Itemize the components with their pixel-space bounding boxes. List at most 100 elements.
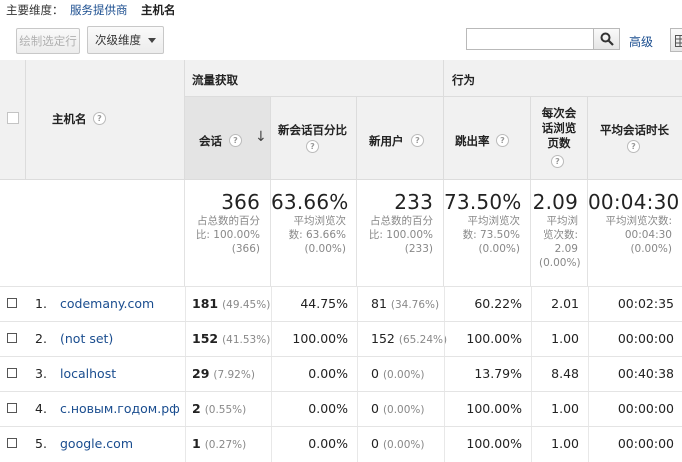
bounce-rate-value: 100.00% <box>466 436 522 451</box>
total-pages-per-session-sub4: (0.00%) <box>531 257 578 270</box>
total-pages-per-session-sub2: 览次数: <box>531 229 578 242</box>
column-header-new-session-pct[interactable]: 新会话百分比 ? <box>271 97 357 180</box>
new-session-pct-value: 44.75% <box>300 296 348 311</box>
secondary-dimension-dropdown[interactable]: 次级维度 <box>87 26 164 54</box>
advanced-filter-link[interactable]: 高级 <box>629 33 653 50</box>
new-users-header-label: 新用户 <box>369 133 404 149</box>
sessions-pct: (49.45%) <box>222 299 270 311</box>
hostname-link[interactable]: localhost <box>60 366 116 381</box>
behavior-group-label: 行为 <box>452 72 475 88</box>
new-session-pct-value: 0.00% <box>308 366 348 381</box>
avg-duration-value: 00:00:00 <box>618 401 674 416</box>
column-header-new-users[interactable]: 新用户 ? <box>357 97 444 180</box>
sessions-pct: (0.27%) <box>205 439 247 451</box>
table-row[interactable]: 4.с.новым.годом.рф2 (0.55%)0.00%0 (0.00%… <box>0 391 682 426</box>
help-icon[interactable]: ? <box>306 140 319 153</box>
total-new-users-sub3: (233) <box>357 243 433 256</box>
column-header-sessions[interactable]: 会话 ? ↓ <box>185 97 271 180</box>
table-view-button[interactable] <box>670 28 682 52</box>
new-users-pct: (0.00%) <box>383 369 425 381</box>
row-checkbox[interactable] <box>7 368 17 378</box>
avg-duration-header-label: 平均会话时长 <box>600 122 669 138</box>
sessions-pct: (0.55%) <box>205 404 247 416</box>
column-header-pages-per-session[interactable]: 每次会话浏览页数 ? <box>531 97 588 180</box>
total-sessions: 366 占总数的百分 比: 100.00% (366) <box>185 180 271 286</box>
row-index: 4. <box>35 401 47 416</box>
search-button[interactable] <box>593 28 620 50</box>
row-checkbox[interactable] <box>7 438 17 448</box>
total-new-session-pct-sub3: (0.00%) <box>271 243 346 256</box>
hostname-link[interactable]: google.com <box>60 436 133 451</box>
column-header-avg-duration[interactable]: 平均会话时长 ? <box>588 97 682 180</box>
header-checkbox-cell <box>0 60 26 180</box>
row-checkbox[interactable] <box>7 333 17 343</box>
help-icon[interactable]: ? <box>627 140 640 153</box>
total-avg-duration-sub1: 平均浏览次数: <box>588 215 672 228</box>
hostname-link[interactable]: (not set) <box>60 331 113 346</box>
table-row[interactable]: 2.(not set)152 (41.53%)100.00%152 (65.24… <box>0 321 682 356</box>
avg-duration-value: 00:00:00 <box>618 331 674 346</box>
new-users-pct: (34.76%) <box>391 299 439 311</box>
bounce-rate-value: 100.00% <box>466 331 522 346</box>
new-users-pct: (65.24%) <box>399 334 447 346</box>
bounce-rate-value: 100.00% <box>466 401 522 416</box>
table-row[interactable]: 1. codemany.com 181 (49.45%) 44.75% 81 (34.7… <box>0 286 682 321</box>
primary-dimension-bar: 主要维度： 服务提供商 主机名 <box>0 0 682 20</box>
plot-rows-button[interactable]: 绘制选定行 <box>16 28 80 54</box>
total-new-users-sub2: 比: 100.00% <box>357 229 433 242</box>
bounce-rate-value: 13.79% <box>474 366 522 381</box>
new-session-pct-value: 0.00% <box>308 436 348 451</box>
total-new-users-value: 233 <box>357 190 433 214</box>
table-row[interactable]: 5.google.com1 (0.27%)0.00%0 (0.00%)100.0… <box>0 426 682 461</box>
total-pages-per-session: 2.09 平均浏 览次数: 2.09 (0.00%) <box>531 180 588 286</box>
new-session-pct-value: 100.00% <box>292 331 348 346</box>
total-new-users: 233 占总数的百分 比: 100.00% (233) <box>357 180 444 286</box>
help-icon[interactable]: ? <box>93 112 106 125</box>
new-users-value: 81 <box>371 296 387 311</box>
row-index: 1. <box>35 296 47 311</box>
data-table: 主机名 ? 流量获取 行为 会话 ? ↓ 新会话百分比 ? 新用户 ? 跳出率 … <box>0 60 682 458</box>
pages-per-session-value: 2.01 <box>551 296 579 311</box>
sessions-pct: (7.92%) <box>213 369 255 381</box>
table-search-input[interactable] <box>466 28 593 50</box>
primary-dimension-label: 主要维度： <box>6 2 64 18</box>
new-users-pct: (0.00%) <box>383 439 425 451</box>
hostname-link[interactable]: с.новым.годом.рф <box>60 401 180 416</box>
acquisition-group-label: 流量获取 <box>192 72 238 88</box>
sessions-value: 29 <box>192 366 209 381</box>
total-bounce-rate: 73.50% 平均浏览次 数: 73.50% (0.00%) <box>444 180 531 286</box>
header-hostname-cell[interactable]: 主机名 ? <box>26 60 185 180</box>
sort-descending-icon[interactable]: ↓ <box>255 129 267 145</box>
totals-label-cell <box>0 180 185 286</box>
grid-view-icon <box>675 35 682 47</box>
total-new-session-pct-value: 63.66% <box>271 190 346 214</box>
total-sessions-sub2: 比: 100.00% <box>185 229 260 242</box>
help-icon[interactable]: ? <box>411 134 424 147</box>
new-users-value: 152 <box>371 331 395 346</box>
total-new-session-pct-sub1: 平均浏览次 <box>271 215 346 228</box>
table-row[interactable]: 3.localhost29 (7.92%)0.00%0 (0.00%)13.79… <box>0 356 682 391</box>
select-all-checkbox[interactable] <box>7 112 19 124</box>
group-behavior-header: 行为 <box>444 60 682 97</box>
avg-duration-value: 00:00:00 <box>618 436 674 451</box>
chevron-down-icon <box>148 38 156 43</box>
help-icon[interactable]: ? <box>229 134 242 147</box>
total-new-session-pct: 63.66% 平均浏览次 数: 63.66% (0.00%) <box>271 180 357 286</box>
total-sessions-sub3: (366) <box>185 243 260 256</box>
hostname-header-label: 主机名 <box>52 111 87 127</box>
total-avg-duration-value: 00:04:30 <box>588 190 672 214</box>
row-checkbox[interactable] <box>7 298 17 308</box>
help-icon[interactable]: ? <box>551 155 564 168</box>
help-icon[interactable]: ? <box>496 134 509 147</box>
search-icon <box>600 32 614 46</box>
avg-duration-value: 00:40:38 <box>618 366 674 381</box>
hostname-link[interactable]: codemany.com <box>60 296 154 311</box>
sessions-value: 181 <box>192 296 218 311</box>
row-checkbox[interactable] <box>7 403 17 413</box>
column-header-bounce-rate[interactable]: 跳出率 ? <box>444 97 531 180</box>
total-pages-per-session-value: 2.09 <box>531 190 578 214</box>
sessions-header-label: 会话 <box>199 133 222 149</box>
table-toolbar: 绘制选定行 次级维度 高级 <box>0 22 682 60</box>
dimension-link-service-provider[interactable]: 服务提供商 <box>70 2 128 18</box>
total-avg-duration-sub2: 00:04:30 <box>588 229 672 242</box>
